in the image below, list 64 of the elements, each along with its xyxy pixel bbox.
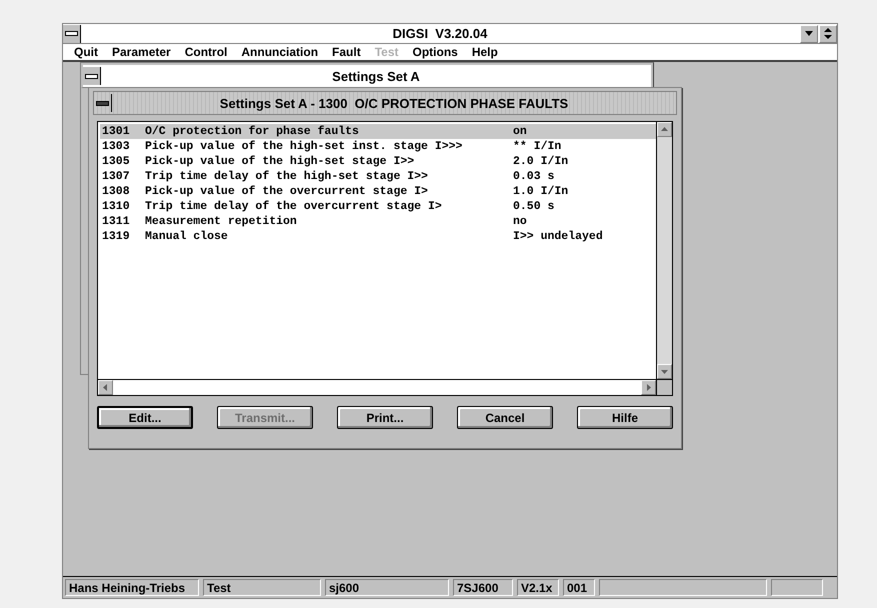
system-menu-icon[interactable] [83, 67, 101, 85]
setting-label: Trip time delay of the overcurrent stage I> [145, 200, 443, 213]
scroll-left-icon[interactable] [98, 380, 113, 395]
setting-value: 0.03 s [513, 170, 556, 183]
settings-row[interactable]: 1307 Trip time delay of the high-set stage I>> 0.03 s [100, 169, 656, 184]
setting-number: 1308 [102, 185, 131, 198]
setting-value: 0.50 s [513, 200, 556, 213]
status-cell: sj600 [325, 579, 449, 596]
status-cell: Test [203, 579, 321, 596]
setting-number: 1311 [102, 215, 131, 228]
setting-number: 1301 [102, 125, 131, 138]
system-menu-icon[interactable] [63, 24, 81, 42]
dialog-title: Settings Set A - 1300 O/C PROTECTION PHASE FAULTS [218, 96, 570, 110]
menu-item[interactable]: Help [464, 45, 505, 59]
dialog-button[interactable]: Cancel [457, 406, 553, 429]
menu-item[interactable]: Parameter [105, 45, 178, 59]
settings-row[interactable]: 1319 Manual close I>> undelayed [100, 229, 656, 244]
status-cell [771, 579, 823, 596]
menu-item[interactable]: Fault [325, 45, 368, 59]
setting-value: no [513, 215, 528, 228]
window-title: Settings Set A [331, 68, 421, 84]
status-cell: 001 [563, 579, 595, 596]
setting-label: Pick-up value of the high-set inst. stage I>>> [145, 140, 464, 153]
setting-label: Manual close [145, 230, 229, 243]
restore-icon[interactable] [819, 24, 837, 42]
setting-value: I>> undelayed [513, 230, 604, 243]
dialog-button[interactable]: Hilfe [577, 406, 673, 429]
dialog-button[interactable]: Print... [337, 406, 433, 429]
menu-item[interactable]: Quit [67, 45, 105, 59]
settings-row[interactable]: 1311 Measurement repetition no [100, 214, 656, 229]
setting-value: on [513, 125, 528, 138]
scroll-up-icon[interactable] [657, 122, 672, 137]
settings-row[interactable]: 1305 Pick-up value of the high-set stage I>> 2.0 I/In [100, 154, 656, 169]
setting-label: O/C protection for phase faults [145, 125, 360, 138]
settings-row[interactable]: 1310 Trip time delay of the overcurrent stage I> 0.50 s [100, 199, 656, 214]
setting-label: Pick-up value of the overcurrent stage I> [145, 185, 429, 198]
horizontal-scrollbar[interactable] [98, 379, 656, 395]
menu-item[interactable]: Options [406, 45, 465, 59]
setting-number: 1305 [102, 155, 131, 168]
setting-number: 1303 [102, 140, 131, 153]
menu-item[interactable]: Annunciation [234, 45, 326, 59]
status-cell: Hans Heining-Triebs [65, 579, 199, 596]
setting-label: Trip time delay of the high-set stage I>> [145, 170, 429, 183]
scroll-right-icon[interactable] [641, 380, 656, 395]
status-cell: 7SJ600 [453, 579, 513, 596]
vertical-scrollbar[interactable] [656, 122, 672, 379]
setting-number: 1319 [102, 230, 131, 243]
settings-row[interactable]: 1303 Pick-up value of the high-set inst. stage I>>> ** I/In [100, 139, 656, 154]
setting-number: 1307 [102, 170, 131, 183]
setting-label: Measurement repetition [145, 215, 298, 228]
setting-number: 1310 [102, 200, 131, 213]
scroll-down-icon[interactable] [657, 364, 672, 379]
window-title: DIGSI V3.20.04 [392, 26, 488, 41]
settings-row[interactable]: 1308 Pick-up value of the overcurrent stage I> 1.0 I/In [100, 184, 656, 199]
settings-row[interactable]: 1301 O/C protection for phase faults on [100, 124, 656, 139]
setting-value: ** I/In [513, 140, 562, 153]
dialog-button[interactable]: Edit... [97, 406, 193, 429]
setting-label: Pick-up value of the high-set stage I>> [145, 155, 416, 168]
system-menu-icon[interactable] [94, 94, 112, 112]
minimize-icon[interactable] [800, 24, 818, 42]
menu-item[interactable]: Control [178, 45, 234, 59]
setting-value: 1.0 I/In [513, 185, 570, 198]
status-cell: V2.1x [517, 579, 559, 596]
setting-value: 2.0 I/In [513, 155, 570, 168]
